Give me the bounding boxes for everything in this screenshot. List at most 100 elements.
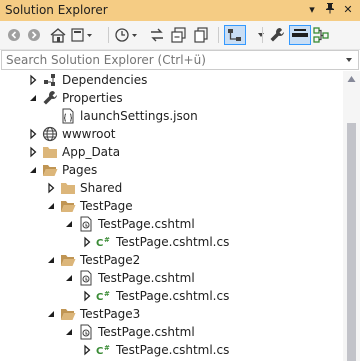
tree-item-label: Shared (80, 181, 123, 195)
expanded-arrow-icon[interactable] (27, 92, 39, 104)
folder-icon (43, 147, 57, 158)
razor-file-icon (80, 216, 92, 232)
tree-item-app-data[interactable]: App_Data (0, 143, 343, 161)
razor-file-icon (80, 324, 92, 340)
window-title: Solution Explorer (5, 3, 108, 17)
sync-icon (151, 28, 163, 42)
switch-views-icon (71, 28, 92, 42)
tree-item-testpage3[interactable]: TestPage3 (0, 305, 343, 323)
collapsed-arrow-icon[interactable] (45, 182, 57, 194)
search-box[interactable] (1, 50, 359, 70)
tree-item-wwwroot[interactable]: wwwroot (0, 125, 343, 143)
svg-text:#: # (104, 236, 110, 244)
close-button[interactable]: ✕ (340, 2, 356, 18)
folder-open-icon (43, 165, 58, 176)
chevron-down-icon (258, 33, 264, 37)
folder-open-icon (61, 255, 76, 266)
tree-item-dependencies[interactable]: Dependencies (0, 71, 343, 89)
tree-item-testpage-cshtml[interactable]: TestPage.cshtml (0, 269, 343, 287)
tree-item-testpage-cshtml[interactable]: TestPage.cshtml (0, 323, 343, 341)
collapsed-arrow-icon[interactable] (27, 128, 39, 140)
svg-text:#: # (104, 290, 110, 298)
tree-item-label: TestPage.cshtml (98, 217, 195, 231)
show-all-files-button[interactable] (192, 25, 210, 45)
search-input[interactable] (2, 51, 340, 69)
dependencies-icon (44, 74, 55, 86)
tree-item-label: TestPage3 (80, 307, 141, 321)
window-position-button[interactable]: ▾ (304, 2, 320, 18)
toolbar-separator (262, 27, 263, 43)
scrollbar-thumb[interactable] (347, 123, 356, 361)
pending-changes-filter-button[interactable] (114, 25, 140, 45)
tree-item-label: App_Data (62, 145, 121, 159)
preview-icon (292, 29, 308, 37)
tree-item-shared[interactable]: Shared (0, 179, 343, 197)
tree-item-label: Dependencies (62, 73, 148, 87)
svg-text:#: # (104, 344, 110, 352)
home-icon (50, 28, 66, 43)
class-diagram-icon (313, 27, 329, 43)
csharp-file-icon: C # (96, 290, 110, 303)
collapse-all-button[interactable] (170, 25, 188, 45)
expanded-arrow-icon[interactable] (45, 308, 57, 320)
solution-tree: Dependencies Properties launchSettings.jso… (0, 71, 343, 361)
tree-item-label: Properties (62, 91, 123, 105)
svg-text:C: C (96, 346, 103, 357)
collapsed-arrow-icon[interactable] (81, 344, 93, 356)
collapsed-arrow-icon[interactable] (27, 146, 39, 158)
expanded-arrow-icon[interactable] (63, 272, 75, 284)
tree-item-label: Pages (62, 163, 98, 177)
class-view-button[interactable] (312, 25, 330, 45)
expanded-arrow-icon[interactable] (63, 218, 75, 230)
tree-item-pages[interactable]: Pages (0, 161, 343, 179)
title-bar: Solution Explorer ▾ ✕ (0, 0, 360, 21)
tree-item-label: TestPage.cshtml.cs (116, 235, 230, 249)
collapsed-arrow-icon[interactable] (27, 74, 39, 86)
scroll-up-arrow-icon[interactable] (347, 75, 356, 83)
folder-icon (61, 183, 75, 194)
tree-view-icon (228, 29, 241, 41)
tree-item-testpage-cshtml-cs[interactable]: C # TestPage.cshtml.cs (0, 287, 343, 305)
home-button[interactable] (48, 25, 68, 45)
collapsed-arrow-icon[interactable] (81, 290, 93, 302)
tree-item-testpage2[interactable]: TestPage2 (0, 251, 343, 269)
tree-item-properties[interactable]: Properties (0, 89, 343, 107)
tree-item-label: TestPage.cshtml (98, 271, 195, 285)
pin-button[interactable] (322, 2, 338, 18)
collapse-all-icon (171, 27, 186, 43)
tree-item-testpage-cshtml-cs[interactable]: C # TestPage.cshtml.cs (0, 233, 343, 251)
tree-item-launchsettings-json[interactable]: launchSettings.json (0, 107, 343, 125)
csharp-file-icon: C # (96, 344, 110, 357)
properties-button[interactable] (268, 25, 286, 45)
toolbar-separator (218, 27, 219, 43)
tree-item-label: TestPage (80, 199, 133, 213)
switch-views-button[interactable] (70, 25, 94, 45)
expanded-arrow-icon[interactable] (45, 200, 57, 212)
show-all-files-icon (194, 27, 208, 43)
razor-file-icon (80, 270, 92, 286)
back-icon (8, 29, 20, 41)
tree-item-testpage-cshtml[interactable]: TestPage.cshtml (0, 215, 343, 233)
svg-text:C: C (96, 238, 103, 249)
sync-with-document-button[interactable] (148, 25, 166, 45)
globe-icon (42, 126, 58, 142)
back-button[interactable] (6, 25, 22, 45)
folder-open-icon (61, 201, 76, 212)
vertical-scrollbar[interactable] (343, 71, 360, 361)
preview-button[interactable] (289, 25, 311, 45)
expanded-arrow-icon[interactable] (63, 326, 75, 338)
tree-item-testpage-cshtml-cs[interactable]: C # TestPage.cshtml.cs (0, 341, 343, 359)
svg-text:C: C (96, 292, 103, 303)
preview-selected-items-button[interactable] (224, 25, 246, 45)
tree-item-label: TestPage2 (80, 253, 141, 267)
forward-icon (28, 29, 40, 41)
expanded-arrow-icon[interactable] (45, 254, 57, 266)
tree-item-label: TestPage.cshtml.cs (116, 289, 230, 303)
search-options-dropdown-icon[interactable] (342, 53, 356, 67)
expanded-arrow-icon[interactable] (27, 164, 39, 176)
collapsed-arrow-icon[interactable] (81, 236, 93, 248)
clock-icon (115, 28, 137, 42)
csharp-file-icon: C # (96, 236, 110, 249)
tree-item-testpage[interactable]: TestPage (0, 197, 343, 215)
forward-button[interactable] (26, 25, 42, 45)
